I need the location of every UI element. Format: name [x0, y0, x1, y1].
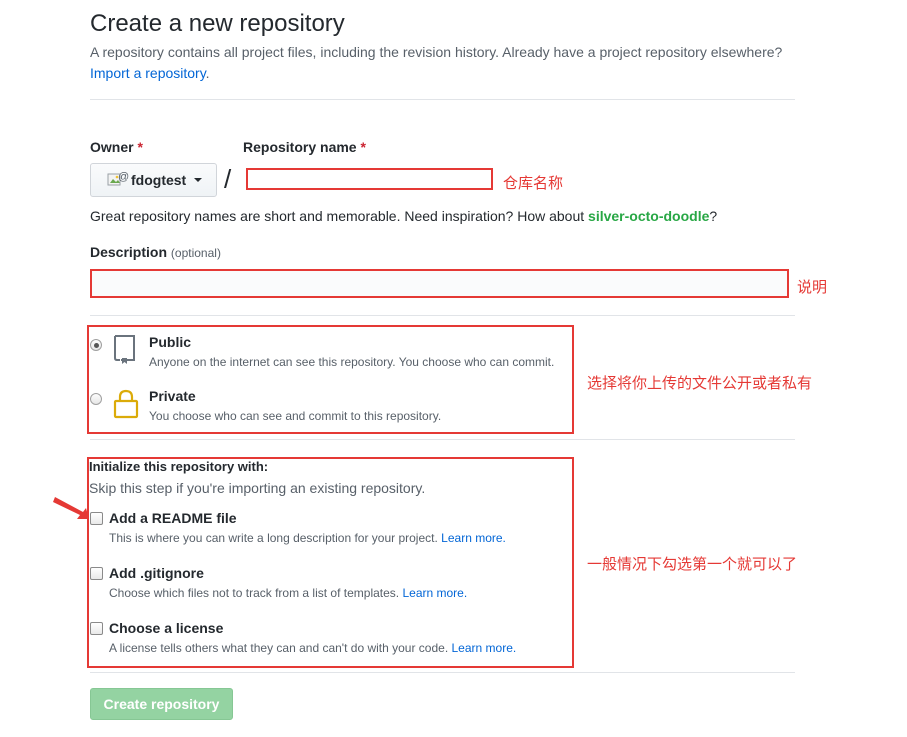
description-label: Description (optional) [90, 244, 221, 260]
readme-note: This is where you can write a long descr… [109, 531, 506, 545]
repo-name-label: Repository name * [243, 139, 366, 155]
learn-more-link[interactable]: Learn more. [402, 586, 467, 600]
gitignore-checkbox[interactable] [90, 567, 103, 580]
learn-more-link[interactable]: Learn more. [452, 641, 517, 655]
import-tail: . [205, 65, 210, 81]
divider [90, 672, 795, 673]
readme-title: Add a README file [109, 510, 237, 526]
init-title: Initialize this repository with: [89, 459, 269, 474]
page-subtitle: A repository contains all project files,… [90, 44, 783, 60]
license-note: A license tells others what they can and… [109, 641, 517, 655]
name-suggestion-link[interactable]: silver-octo-doodle [588, 208, 709, 224]
public-note: Anyone on the internet can see this repo… [149, 355, 555, 369]
red-arrow-icon [52, 494, 90, 527]
page-title: Create a new repository [90, 10, 345, 37]
public-title: Public [149, 334, 192, 350]
owner-name: fdogtest [131, 172, 187, 188]
gitignore-note: Choose which files not to track from a l… [109, 586, 468, 600]
license-title: Choose a license [109, 620, 224, 636]
lock-icon [112, 388, 140, 425]
gitignore-title: Add .gitignore [109, 565, 204, 581]
divider [90, 99, 795, 100]
readme-checkbox[interactable] [90, 512, 103, 525]
learn-more-link[interactable]: Learn more. [441, 531, 506, 545]
description-input[interactable] [90, 269, 789, 298]
repository-name-input[interactable] [246, 168, 493, 190]
avatar: @ [107, 171, 129, 188]
init-annotation: 一般情况下勾选第一个就可以了 [587, 556, 798, 573]
private-note: You choose who can see and commit to thi… [149, 409, 442, 423]
private-radio[interactable] [90, 393, 102, 405]
import-line: Import a repository. [90, 65, 210, 81]
caret-down-icon [194, 178, 203, 182]
import-repository-link[interactable]: Import a repository [90, 65, 206, 81]
private-title: Private [149, 388, 196, 404]
repo-book-icon [112, 333, 140, 370]
init-subtitle: Skip this step if you're importing an ex… [89, 480, 426, 496]
divider [90, 439, 795, 440]
divider [90, 315, 795, 316]
visibility-annotation: 选择将你上传的文件公开或者私有 [587, 375, 813, 392]
owner-label: Owner * [90, 139, 143, 155]
create-repository-button[interactable]: Create repository [90, 688, 233, 720]
owner-select-button[interactable]: @ fdogtest [90, 163, 217, 197]
description-annotation: 说明 [797, 279, 828, 296]
repo-name-annotation: 仓库名称 [503, 175, 564, 192]
owner-repo-separator: / [224, 164, 232, 194]
public-radio[interactable] [90, 339, 102, 351]
repo-name-hint: Great repository names are short and mem… [90, 208, 718, 224]
license-checkbox[interactable] [90, 622, 103, 635]
